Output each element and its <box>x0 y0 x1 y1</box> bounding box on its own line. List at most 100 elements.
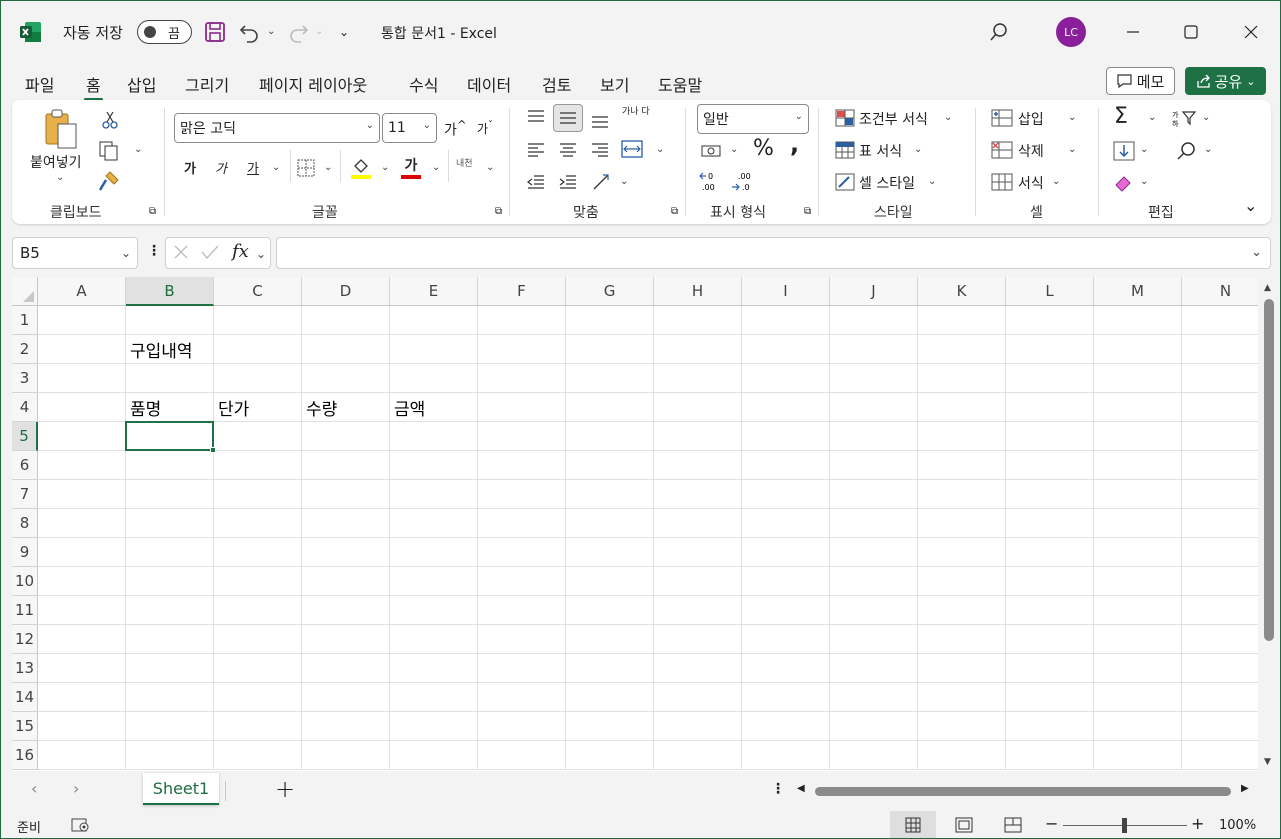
column-header-h[interactable]: H <box>654 277 742 306</box>
orientation-dropdown-icon[interactable]: ⌄ <box>620 176 628 187</box>
comma-style-button[interactable]: , <box>790 130 799 158</box>
dialog-launcher-icon[interactable]: ⧉ <box>149 206 156 217</box>
row-header-8[interactable]: 8 <box>12 509 38 538</box>
tab-view[interactable]: 보기 <box>600 72 629 96</box>
delete-cells-icon[interactable] <box>990 140 1014 160</box>
chevron-down-icon[interactable]: ⌄ <box>1140 176 1148 187</box>
chevron-down-icon[interactable]: ⌄ <box>256 247 266 261</box>
cell-b4[interactable]: 품명 <box>130 395 161 420</box>
decrease-indent-icon[interactable] <box>524 172 548 192</box>
align-top-icon[interactable] <box>524 106 548 126</box>
clear-icon[interactable] <box>1112 172 1136 194</box>
format-cells-button[interactable]: 서식 <box>1018 173 1044 193</box>
formula-input[interactable]: ⌄ <box>276 237 1271 269</box>
cell-styles-button[interactable]: 셀 스타일 <box>859 173 915 193</box>
align-bottom-icon[interactable] <box>588 112 612 132</box>
tab-help[interactable]: 도움말 <box>658 72 702 96</box>
copy-icon[interactable] <box>98 140 120 162</box>
fill-handle[interactable] <box>210 447 216 453</box>
paste-icon[interactable] <box>42 108 82 150</box>
orientation-icon[interactable] <box>590 172 614 192</box>
spreadsheet-grid[interactable]: ABCDEFGHIJKLMN 1 2 3 4 5 6 7 8 9 10 11 12 13 14 15 16 구… <box>12 277 1258 771</box>
search-icon[interactable] <box>987 20 1011 44</box>
cell-d4[interactable]: 수량 <box>306 395 337 420</box>
increase-indent-icon[interactable] <box>556 172 580 192</box>
font-color-button[interactable]: 가 <box>400 154 422 180</box>
zoom-level[interactable]: 100% <box>1219 818 1256 833</box>
chevron-down-icon[interactable]: ⌄ <box>1202 112 1210 123</box>
format-as-table-icon[interactable] <box>834 140 856 160</box>
phonetic-dropdown-icon[interactable]: ⌄ <box>486 162 494 173</box>
decrease-decimal-icon[interactable]: .00.0 <box>730 170 758 194</box>
scroll-up-icon[interactable]: ▲ <box>1264 283 1271 293</box>
row-header-14[interactable]: 14 <box>12 683 38 712</box>
column-header-l[interactable]: L <box>1006 277 1094 306</box>
font-color-dropdown-icon[interactable]: ⌄ <box>432 162 440 173</box>
column-header-a[interactable]: A <box>38 277 126 306</box>
row-header-7[interactable]: 7 <box>12 480 38 509</box>
chevron-down-icon[interactable]: ⌄ <box>944 112 952 123</box>
select-all-corner[interactable] <box>12 277 38 306</box>
phonetic-guide-button[interactable]: 내천 <box>456 156 473 169</box>
row-header-12[interactable]: 12 <box>12 625 38 654</box>
fill-color-dropdown-icon[interactable]: ⌄ <box>381 162 389 173</box>
tab-file[interactable]: 파일 <box>25 72 54 96</box>
scroll-down-icon[interactable]: ▼ <box>1264 757 1271 767</box>
paste-dropdown-icon[interactable]: ⌄ <box>56 172 64 183</box>
accessibility-icon[interactable] <box>71 817 91 837</box>
italic-button[interactable]: 가 <box>215 158 227 177</box>
row-header-6[interactable]: 6 <box>12 451 38 480</box>
previous-sheet-icon[interactable]: ‹ <box>31 779 37 798</box>
active-cell-border[interactable] <box>125 421 214 451</box>
column-header-e[interactable]: E <box>390 277 478 306</box>
dialog-launcher-icon[interactable]: ⧉ <box>804 206 811 217</box>
column-header-d[interactable]: D <box>302 277 390 306</box>
column-header-n[interactable]: N <box>1182 277 1258 306</box>
scroll-left-icon[interactable]: ◀ <box>797 783 805 794</box>
sheet-tab-sheet1[interactable]: Sheet1 <box>143 773 219 805</box>
tab-data[interactable]: 데이터 <box>467 72 511 96</box>
column-header-g[interactable]: G <box>566 277 654 306</box>
paste-label[interactable]: 붙여넣기 <box>30 152 82 172</box>
autosave-toggle[interactable]: 끔 <box>137 20 192 44</box>
next-sheet-icon[interactable]: › <box>73 779 79 798</box>
normal-view-button[interactable] <box>890 811 936 838</box>
chevron-down-icon[interactable]: ⌄ <box>1068 112 1076 123</box>
undo-icon[interactable] <box>237 20 261 44</box>
font-name-select[interactable]: 맑은 고딕 ⌄ <box>174 113 380 143</box>
insert-cells-icon[interactable] <box>990 108 1014 128</box>
column-header-f[interactable]: F <box>478 277 566 306</box>
wrap-text-button[interactable]: 가나 다 <box>622 108 650 117</box>
maximize-icon[interactable] <box>1173 15 1209 49</box>
merge-center-icon[interactable] <box>620 138 644 160</box>
row-header-15[interactable]: 15 <box>12 712 38 741</box>
sort-filter-icon[interactable]: 가하 <box>1172 108 1198 128</box>
conditional-formatting-button[interactable]: 조건부 서식 <box>859 109 928 129</box>
more-options-icon[interactable]: ⋮ <box>147 243 161 259</box>
row-header-10[interactable]: 10 <box>12 567 38 596</box>
percent-style-button[interactable]: % <box>753 136 774 161</box>
insert-function-button[interactable]: fx <box>232 241 249 262</box>
scroll-right-icon[interactable]: ▶ <box>1241 783 1249 794</box>
cut-icon[interactable] <box>100 110 120 130</box>
bold-button[interactable]: 가 <box>184 158 196 177</box>
accounting-dropdown-icon[interactable]: ⌄ <box>730 144 738 155</box>
column-header-m[interactable]: M <box>1094 277 1182 306</box>
chevron-down-icon[interactable]: ⌄ <box>1246 75 1255 88</box>
share-button[interactable]: 공유 ⌄ <box>1185 67 1266 95</box>
row-header-3[interactable]: 3 <box>12 364 38 393</box>
format-cells-icon[interactable] <box>990 172 1014 192</box>
find-select-icon[interactable] <box>1174 140 1198 162</box>
grow-font-button[interactable]: 가^ <box>444 118 467 140</box>
format-as-table-button[interactable]: 표 서식 <box>859 141 902 161</box>
row-header-9[interactable]: 9 <box>12 538 38 567</box>
tab-page-layout[interactable]: 페이지 레이아웃 <box>259 72 367 96</box>
delete-cells-button[interactable]: 삭제 <box>1018 141 1044 161</box>
row-header-11[interactable]: 11 <box>12 596 38 625</box>
cell-c4[interactable]: 단가 <box>218 395 249 420</box>
underline-button[interactable]: 가 <box>247 158 259 177</box>
insert-cells-button[interactable]: 삽입 <box>1018 109 1044 129</box>
cell-e4[interactable]: 금액 <box>394 395 425 420</box>
align-left-icon[interactable] <box>524 140 548 160</box>
zoom-in-button[interactable]: + <box>1191 814 1204 833</box>
